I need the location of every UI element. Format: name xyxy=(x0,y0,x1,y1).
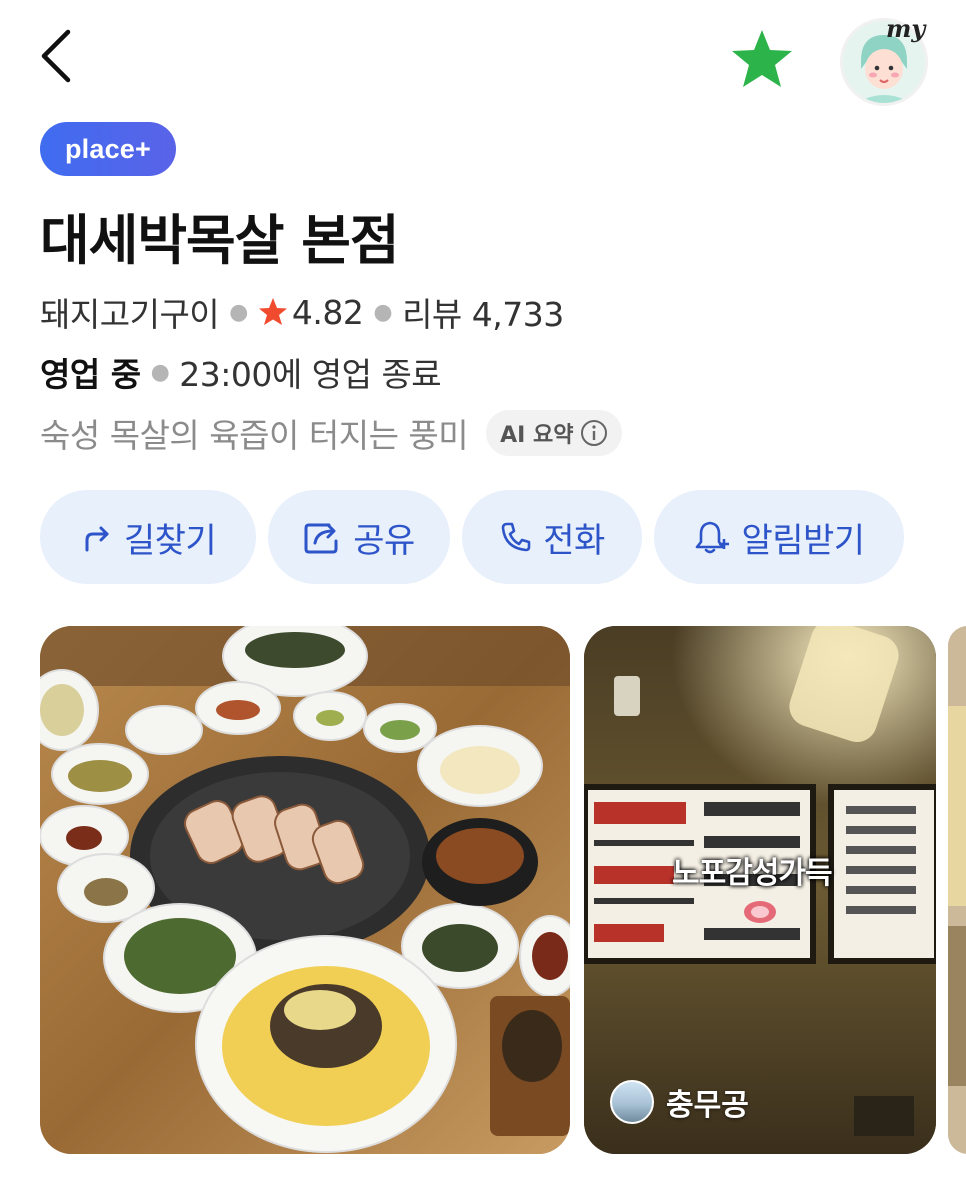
page-title: 대세박목살 본점 xyxy=(40,209,400,272)
review-count-link[interactable]: 리뷰 4,733 xyxy=(402,288,564,336)
ai-summary-label: AI 요약 xyxy=(500,423,574,448)
author-name: 충무공 xyxy=(666,1088,749,1123)
ai-summary-chip[interactable]: AI 요약 xyxy=(486,410,622,456)
closing-time: 23:00에 영업 종료 xyxy=(179,355,442,394)
category-label: 돼지고기구이 xyxy=(40,295,220,334)
call-button[interactable]: 전화 xyxy=(462,490,642,584)
action-bar: 길찾기 공유 전화 알림받기 xyxy=(40,490,904,584)
summary-text: 숙성 목살의 육즙이 터지는 풍미 xyxy=(40,416,469,455)
directions-button[interactable]: 길찾기 xyxy=(40,490,256,584)
separator-dot: ● xyxy=(373,299,393,325)
top-bar: my xyxy=(0,0,966,110)
ai-summary-line: 숙성 목살의 육즙이 터지는 풍미 AI 요약 xyxy=(40,408,622,458)
photo-overlay-text: 노포감성가득 xyxy=(672,856,833,891)
separator-dot: ● xyxy=(229,299,248,325)
rating-star-icon xyxy=(258,298,287,325)
photo-partial[interactable] xyxy=(948,626,966,1154)
phone-icon xyxy=(501,522,531,552)
photo-author[interactable]: 충무공 xyxy=(610,1080,749,1124)
back-button[interactable] xyxy=(34,26,84,86)
author-avatar xyxy=(610,1080,654,1124)
call-label: 전화 xyxy=(543,520,605,561)
photo-food-spread[interactable] xyxy=(40,626,570,1154)
info-icon xyxy=(580,420,607,446)
photo-menu-board[interactable]: 노포감성가득 충무공 xyxy=(584,626,936,1154)
food-table-image xyxy=(40,626,570,1154)
share-icon xyxy=(304,523,338,554)
star-icon xyxy=(732,30,792,87)
directions-label: 길찾기 xyxy=(123,520,217,561)
favorite-button[interactable] xyxy=(730,28,794,90)
chevron-left-icon xyxy=(41,29,71,83)
share-button[interactable]: 공유 xyxy=(268,490,450,584)
notify-button[interactable]: 알림받기 xyxy=(654,490,904,584)
directions-icon xyxy=(85,526,109,552)
hours-line[interactable]: 영업 중 ● 23:00에 영업 종료 xyxy=(40,348,442,396)
place-info-line: 돼지고기구이 ● 4.82 ● 리뷰 4,733 xyxy=(40,288,564,336)
my-profile-button[interactable]: my xyxy=(836,14,936,106)
separator-dot: ● xyxy=(150,359,170,385)
rating-value: 4.82 xyxy=(291,292,364,332)
my-label: my xyxy=(886,14,926,43)
bell-plus-icon xyxy=(696,521,730,554)
status-badge: 영업 중 xyxy=(40,355,141,394)
share-label: 공유 xyxy=(353,520,415,561)
place-plus-badge: place+ xyxy=(40,122,176,176)
partial-photo-image xyxy=(948,626,966,1154)
notify-label: 알림받기 xyxy=(741,520,865,561)
